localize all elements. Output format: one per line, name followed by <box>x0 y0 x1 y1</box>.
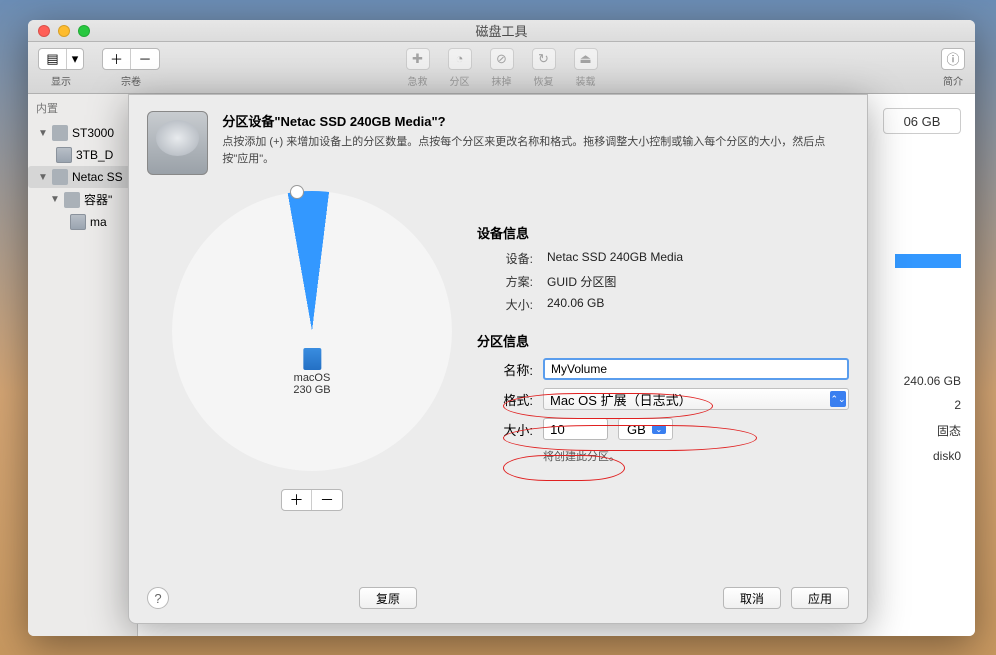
volume-remove-button[interactable]: － <box>131 49 159 69</box>
zoom-button[interactable] <box>78 25 90 37</box>
restore-button[interactable]: ↻恢复 <box>532 48 556 88</box>
chevron-up-down-icon: ⌃⌄ <box>830 391 846 407</box>
sidebar-view-button[interactable]: ▤ <box>39 49 67 69</box>
scheme-value: GUID 分区图 <box>547 273 616 290</box>
window: 磁盘工具 ▤ ▾ 显示 ＋ － 宗卷 ✚急救 ◔分区 ⊘抹掉 ↻恢复 ⏏装载 ⓘ… <box>28 20 975 636</box>
sidebar-view-menu[interactable]: ▾ <box>67 49 83 69</box>
info-group: ⓘ 简介 <box>941 48 965 88</box>
erase-button[interactable]: ⊘抹掉 <box>490 48 514 88</box>
sheet-header: 分区设备"Netac SSD 240GB Media"? 点按添加 (+) 来增… <box>129 95 867 181</box>
macos-icon <box>303 348 321 370</box>
hint-text: 将创建此分区。 <box>543 448 849 464</box>
partition-pie[interactable]: macOS 230 GB <box>172 191 452 471</box>
device-info-header: 设备信息 <box>477 223 849 242</box>
firstaid-button[interactable]: ✚急救 <box>406 48 430 88</box>
usage-bar <box>895 254 961 268</box>
sidebar: 内置 ▼ST3000 3TB_D ▼Netac SS ▼容器" ma <box>28 94 138 636</box>
device-size: 240.06 GB <box>547 296 604 313</box>
revert-button[interactable]: 复原 <box>359 587 417 609</box>
device-name: Netac SSD 240GB Media <box>547 250 683 267</box>
volume-add-button[interactable]: ＋ <box>103 49 131 69</box>
partition-name-input[interactable] <box>543 358 849 380</box>
format-select[interactable]: Mac OS 扩展（日志式） ⌃⌄ <box>543 388 849 410</box>
sheet-title: 分区设备"Netac SSD 240GB Media"? <box>222 111 849 130</box>
cancel-button[interactable]: 取消 <box>723 587 781 609</box>
toolbar-center: ✚急救 ◔分区 ⊘抹掉 ↻恢复 ⏏装载 <box>406 48 598 88</box>
sidebar-item-3tb[interactable]: 3TB_D <box>28 144 137 166</box>
form: 设备信息 设备:Netac SSD 240GB Media 方案:GUID 分区… <box>477 191 849 511</box>
add-remove: ＋ － <box>281 489 343 511</box>
pie-label: macOS 230 GB <box>293 348 330 396</box>
help-button[interactable]: ? <box>147 587 169 609</box>
sidebar-item-container[interactable]: ▼容器" <box>28 188 137 211</box>
unit-select[interactable]: GB ⌄ <box>618 418 673 440</box>
partition-button[interactable]: ◔分区 <box>448 48 472 88</box>
drive-icon <box>147 111 208 175</box>
partition-size-input[interactable] <box>543 418 608 440</box>
sheet-subtitle: 点按添加 (+) 来增加设备上的分区数量。点按每个分区来更改名称和格式。拖移调整… <box>222 134 849 167</box>
toolbar: ▤ ▾ 显示 ＋ － 宗卷 ✚急救 ◔分区 ⊘抹掉 ↻恢复 ⏏装载 ⓘ 简介 <box>28 42 975 94</box>
format-row: 格式: Mac OS 扩展（日志式） ⌃⌄ <box>477 388 849 410</box>
view-group: ▤ ▾ 显示 <box>38 48 84 88</box>
sheet-footer: ? 复原 取消 应用 <box>147 587 849 609</box>
pie-wrap: macOS 230 GB ＋ － <box>147 191 477 511</box>
name-row: 名称: <box>477 358 849 380</box>
sidebar-item-macos[interactable]: ma <box>28 211 137 233</box>
traffic-lights <box>38 25 90 37</box>
size-row: 大小: GB ⌄ <box>477 418 849 440</box>
info-label: 简介 <box>943 73 963 88</box>
mount-button[interactable]: ⏏装载 <box>574 48 598 88</box>
sheet-body: macOS 230 GB ＋ － 设备信息 设备:Netac SSD 240GB… <box>129 181 867 521</box>
window-title: 磁盘工具 <box>475 21 527 40</box>
size-pill: 06 GB <box>883 108 961 134</box>
info-icon[interactable]: ⓘ <box>941 48 965 70</box>
sidebar-header: 内置 <box>28 94 137 122</box>
volume-group: ＋ － 宗卷 <box>102 48 160 88</box>
bg-info-rows: 240.06 GB 2 固态 disk0 <box>904 374 961 463</box>
partition-sheet: 分区设备"Netac SSD 240GB Media"? 点按添加 (+) 来增… <box>128 94 868 624</box>
view-label: 显示 <box>51 73 71 88</box>
add-partition-button[interactable]: ＋ <box>282 490 312 510</box>
close-button[interactable] <box>38 25 50 37</box>
apply-button[interactable]: 应用 <box>791 587 849 609</box>
remove-partition-button[interactable]: － <box>312 490 342 510</box>
sidebar-item-netac[interactable]: ▼Netac SS <box>28 166 137 188</box>
partition-info-header: 分区信息 <box>477 331 849 350</box>
pie-handle[interactable] <box>290 185 304 199</box>
sidebar-item-disk0[interactable]: ▼ST3000 <box>28 122 137 144</box>
chevron-up-down-icon: ⌄ <box>652 425 666 434</box>
titlebar: 磁盘工具 <box>28 20 975 42</box>
volume-label: 宗卷 <box>121 73 141 88</box>
minimize-button[interactable] <box>58 25 70 37</box>
